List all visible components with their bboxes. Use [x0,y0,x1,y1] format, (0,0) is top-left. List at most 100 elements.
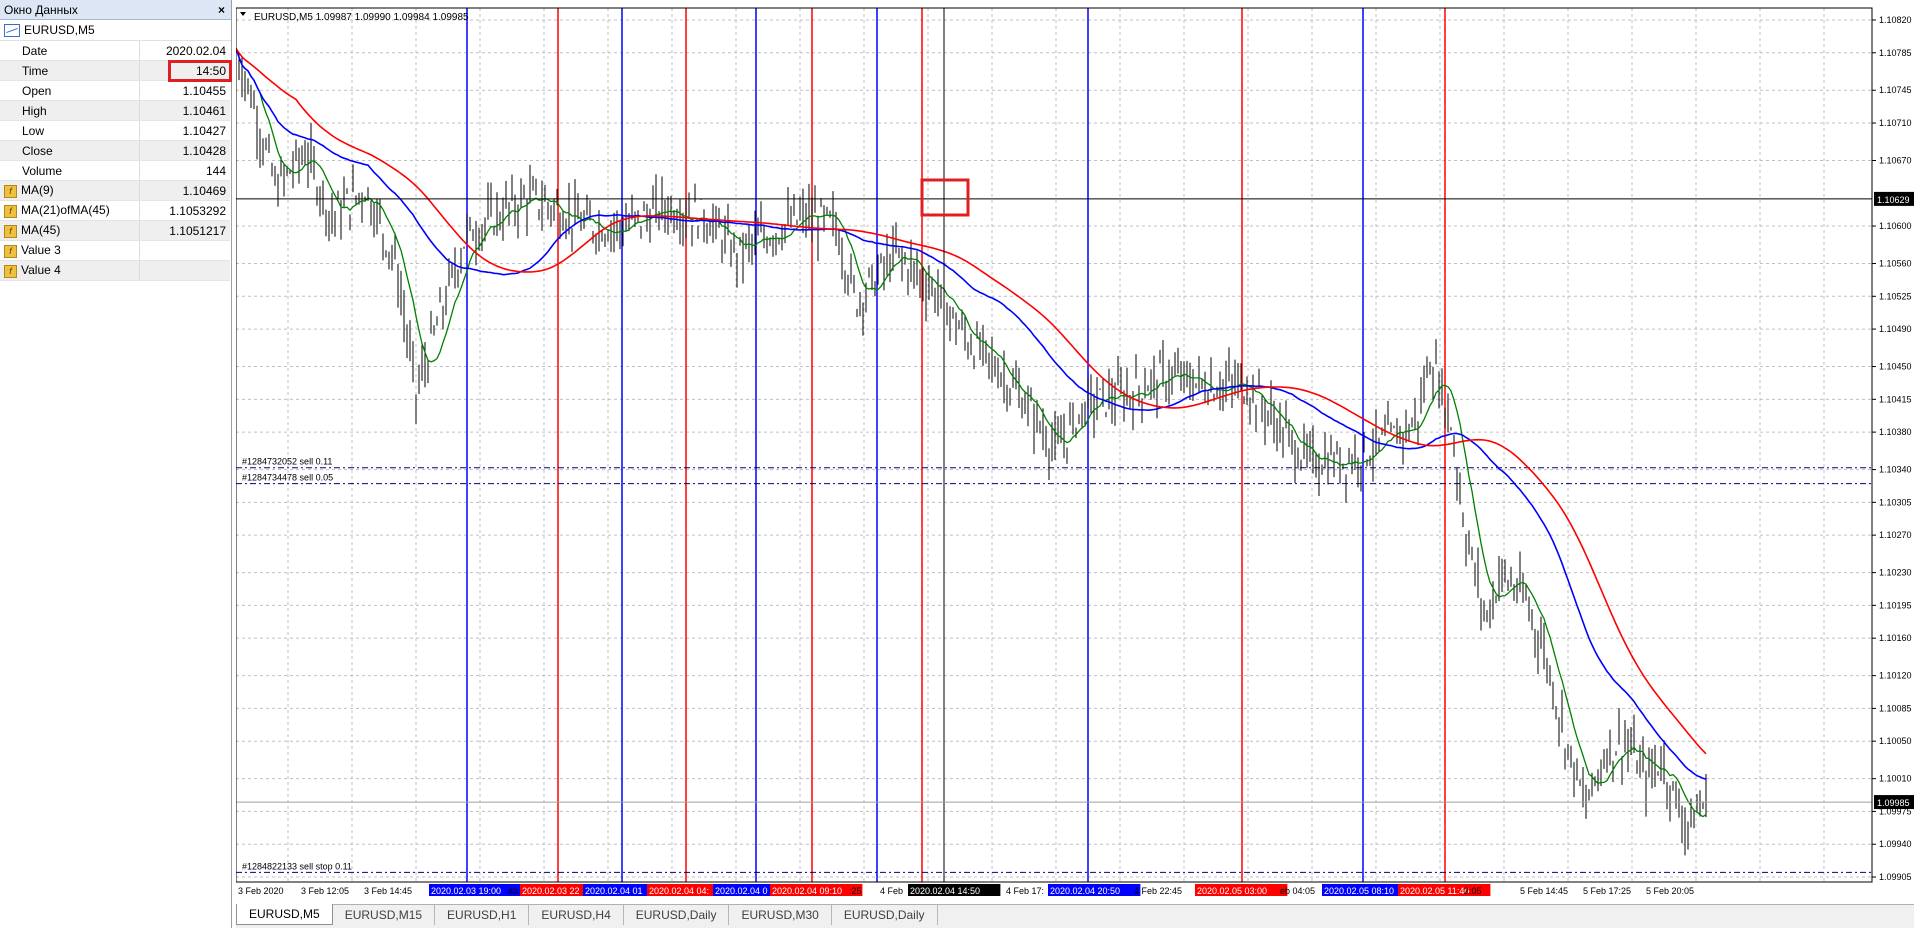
data-window-key-label: High [22,103,47,118]
data-window-value: 1.1051217 [139,220,230,241]
tab-chart[interactable]: EURUSD,H1 [435,905,530,925]
data-window-value: 2020.02.04 [139,41,230,61]
data-window-value: 1.1053292 [139,200,230,221]
chart-tabs: EURUSD,M5 EURUSD,M15 EURUSD,H1 EURUSD,H4 EUR… [236,904,1914,928]
current-price-label: 1.09985 [1877,798,1910,808]
data-window-table: Date 2020.02.04 Time 14:50 Open 1.10455 High 1.… [0,41,230,281]
data-window-row: Volume 144 [0,160,230,181]
data-window-value: 1.10428 [139,140,230,161]
time-tick-label: 5 [986,886,991,896]
data-window-key: f Value 4 [0,260,140,281]
price-chart[interactable]: #1284732052 sell 0.11 #1284734478 sell 0.… [236,0,1914,904]
time-tick-label: 3 Feb 14:45 [364,886,412,896]
tab-chart[interactable]: EURUSD,M15 [333,905,436,925]
price-tick-label: 1.10820 [1879,15,1912,25]
order-label: #1284734478 sell 0.05 [242,473,333,483]
indicator-icon: f [4,204,17,218]
price-tick-label: 1.10160 [1879,633,1912,643]
time-tick-label: 2020.02.04 09:10 [772,886,842,896]
price-tick-label: 1.10270 [1879,530,1912,540]
order-label: #1284822133 sell stop 0.11 [242,861,352,871]
chart-header: EURUSD,M5 1.09987 1.09990 1.09984 1.0998… [254,12,469,23]
price-tick-label: 1.10450 [1879,362,1912,372]
data-window-symbol: EURUSD,M5 [24,23,95,37]
close-icon[interactable]: × [218,3,225,17]
data-window-value: 1.10427 [139,120,230,141]
data-window-key-label: Time [22,63,49,78]
data-window-row: Date 2020.02.04 [0,41,230,61]
time-tick-label: eb 04:05 [1280,886,1315,896]
tab-chart[interactable]: EURUSD,H4 [529,905,624,925]
price-tick-label: 1.10340 [1879,465,1912,475]
data-window-key: Volume [0,160,140,181]
indicator-icon: f [4,244,17,258]
price-tick-label: 1.10415 [1879,394,1912,404]
time-tick-label: 5 Feb 17:25 [1583,886,1631,896]
price-tick-label: 1.10380 [1879,427,1912,437]
data-window-row: f MA(9) 1.10469 [0,180,230,201]
data-window-key-label: MA(45) [21,223,61,238]
time-tick-label: 2020.02.04 01 [585,886,643,896]
data-window-key: High [0,100,140,121]
price-tick-label: 1.10745 [1879,85,1912,95]
data-window-key: Time [0,60,140,81]
tab-chart[interactable]: EURUSD,M5 [236,904,333,925]
data-window-row: f Value 4 [0,260,230,281]
data-window-key: Close [0,140,140,161]
data-window-row: High 1.10461 [0,100,230,121]
data-window-titlebar[interactable]: Окно Данных × [0,0,231,20]
price-tick-label: 1.10120 [1879,671,1912,681]
data-window-value: 144 [139,160,230,181]
data-window-row: f Value 3 [0,240,230,261]
tab-chart[interactable]: EURUSD,Daily [832,905,938,925]
data-window-row: Close 1.10428 [0,140,230,161]
data-window-value: 1.10469 [139,180,230,201]
data-window-key-label: Volume [22,163,63,178]
data-window-key-label: Value 3 [21,243,61,258]
price-tick-label: 1.09940 [1879,839,1912,849]
data-window-key-label: Open [22,83,52,98]
data-window-title: Окно Данных [4,2,78,17]
time-tick-label: 2020.02.04 0 [715,886,768,896]
data-window-row: Low 1.10427 [0,120,230,141]
data-window-key-label: MA(9) [21,183,54,198]
data-window-key: f MA(21)ofMA(45) [0,200,140,221]
price-tick-label: 1.10670 [1879,155,1912,165]
time-tick-label: ab [508,886,518,896]
tab-chart[interactable]: EURUSD,M30 [729,905,832,925]
time-tick-label: :25 [849,886,862,896]
price-tick-label: 1.10050 [1879,736,1912,746]
time-tick-label: 2020.02.03 22 [522,886,580,896]
data-window-panel: Окно Данных × EURUSD,M5 Date 2020.02.04 Ti… [0,0,232,928]
price-tick-label: 1.10085 [1879,703,1912,713]
price-tick-label: 1.10525 [1879,291,1912,301]
indicator-icon: f [4,224,17,238]
time-tick-label: 2:05 [1464,886,1482,896]
data-window-key-label: Close [22,143,53,158]
price-tick-label: 1.10560 [1879,259,1912,269]
data-window-value: 14:50 [139,60,230,81]
price-tick-label: 1.10305 [1879,497,1912,507]
data-window-key-label: Low [22,123,45,138]
data-window-value: 1.10455 [139,80,230,101]
tab-chart[interactable]: EURUSD,Daily [624,905,730,925]
indicator-icon: f [4,264,17,278]
data-window-row: f MA(21)ofMA(45) 1.1053292 [0,200,230,221]
data-window-key: f MA(45) [0,220,140,241]
chart-icon [4,23,20,37]
order-label: #1284732052 sell 0.11 [242,457,332,467]
data-window-key: Low [0,120,140,141]
time-tick-label: 4 Feb [880,886,903,896]
data-window-row: Open 1.10455 [0,80,230,101]
time-tick-label: 2020.02.04 20:50 [1050,886,1120,896]
time-tick-label: 2020.02.05 03:00 [1197,886,1267,896]
time-tick-label: 2020.02.04 14:50 [910,886,980,896]
data-window-value [139,240,230,261]
price-tick-label: 1.10195 [1879,600,1912,610]
time-tick-label: 2020.02.04 04: [649,886,709,896]
indicator-icon: f [4,184,17,198]
time-tick-label: 2020.02.03 19:00 [431,886,501,896]
price-tick-label: 1.10230 [1879,568,1912,578]
data-window-value [139,260,230,281]
data-window-symbol-row: EURUSD,M5 [0,20,231,41]
